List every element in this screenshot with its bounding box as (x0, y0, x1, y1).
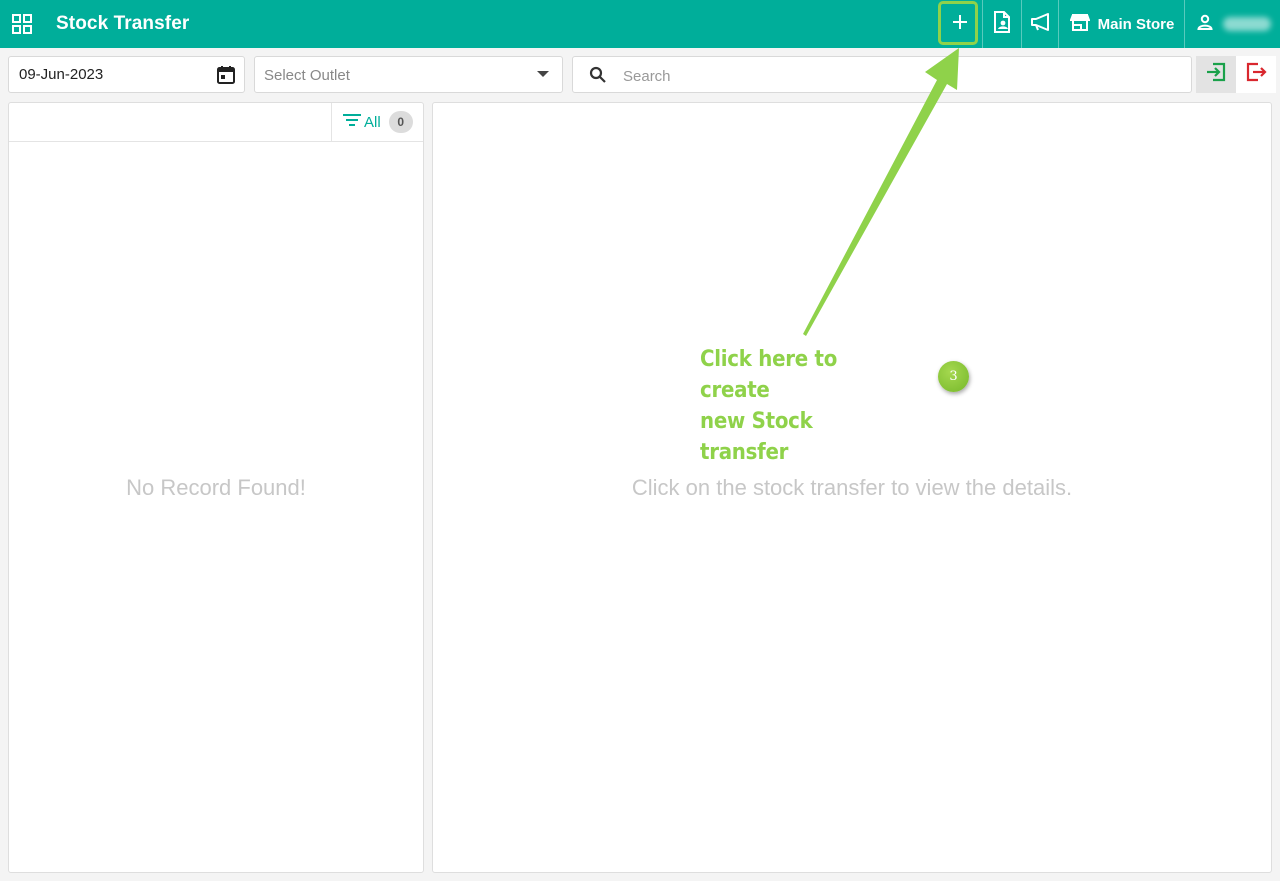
page-title: Stock Transfer (56, 13, 190, 34)
search-icon (589, 66, 607, 89)
outlet-placeholder: Select Outlet (264, 67, 350, 84)
store-icon (1069, 13, 1091, 36)
document-user-icon (993, 10, 1011, 38)
empty-detail-message: Click on the stock transfer to view the … (631, 475, 1073, 500)
apps-grid-icon[interactable] (12, 14, 32, 34)
annotation-line-1: Click here to create (700, 347, 838, 403)
list-header: All 0 (9, 103, 423, 142)
annotation-line-2: new Stock transfer (700, 409, 813, 465)
empty-list-message: No Record Found! (126, 475, 306, 500)
search-input[interactable] (621, 63, 1165, 89)
date-value: 09-Jun-2023 (19, 66, 104, 83)
calendar-icon[interactable] (216, 65, 236, 90)
export-icon (1245, 61, 1267, 88)
import-icon (1205, 61, 1227, 88)
step-number-badge: 3 (938, 361, 969, 392)
filter-label: All (364, 113, 381, 131)
status-filter[interactable]: All 0 (331, 103, 423, 141)
user-menu[interactable] (1184, 0, 1280, 48)
chevron-down-icon (537, 71, 549, 77)
annotation-text: Click here to create new Stock transfer (700, 344, 907, 468)
filter-icon (342, 113, 362, 132)
report-button[interactable] (982, 0, 1021, 48)
top-bar: Stock Transfer Main Store (0, 0, 1280, 48)
search-bar (572, 56, 1192, 93)
export-button[interactable] (1236, 56, 1276, 93)
announcements-button[interactable] (1021, 0, 1059, 48)
store-label: Main Store (1097, 15, 1175, 33)
import-button[interactable] (1196, 56, 1236, 93)
transfer-list-panel: All 0 No Record Found! (8, 102, 424, 873)
outlet-select[interactable]: Select Outlet (254, 56, 563, 93)
store-selector[interactable]: Main Store (1058, 0, 1185, 48)
count-badge: 0 (388, 111, 413, 133)
user-name-blurred (1223, 17, 1271, 31)
megaphone-icon (1030, 12, 1052, 36)
date-picker[interactable]: 09-Jun-2023 (8, 56, 245, 93)
transfer-detail-panel: Click on the stock transfer to view the … (432, 102, 1272, 873)
user-icon (1197, 14, 1213, 35)
annotation-highlight-box (938, 1, 978, 45)
